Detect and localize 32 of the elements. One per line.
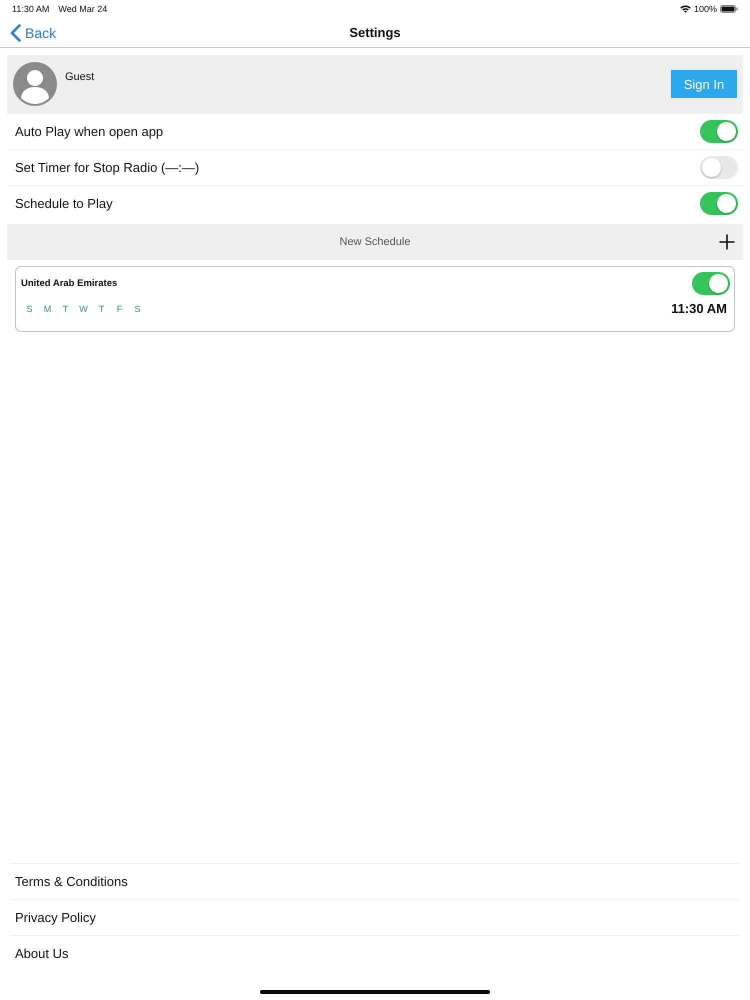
wifi-icon bbox=[680, 5, 691, 13]
weekday-toggle[interactable]: M bbox=[43, 304, 52, 314]
user-name: Guest bbox=[65, 71, 94, 83]
weekday-toggle[interactable]: T bbox=[97, 304, 106, 314]
menu-link[interactable]: Privacy Policy bbox=[10, 899, 740, 935]
menu-link[interactable]: Terms & Conditions bbox=[10, 863, 740, 899]
toggle-switch[interactable] bbox=[692, 272, 730, 295]
menu-link[interactable]: About Us bbox=[10, 935, 740, 971]
toggle-switch[interactable] bbox=[700, 192, 738, 215]
status-time: 11:30 AM bbox=[12, 4, 50, 14]
weekday-toggle[interactable]: S bbox=[25, 304, 34, 314]
weekday-toggle[interactable]: S bbox=[133, 304, 142, 314]
weekday-toggle[interactable]: F bbox=[115, 304, 124, 314]
schedule-title: United Arab Emirates bbox=[21, 278, 118, 289]
screen-title: Settings bbox=[349, 25, 401, 40]
status-date: Wed Mar 24 bbox=[58, 4, 108, 14]
toggle-switch[interactable] bbox=[700, 156, 738, 179]
toggle-switch[interactable] bbox=[700, 120, 738, 143]
avatar-icon bbox=[13, 62, 57, 106]
battery-percent: 100% bbox=[694, 4, 717, 14]
battery-icon bbox=[720, 5, 738, 13]
sign-in-button[interactable]: Sign In bbox=[671, 70, 737, 98]
weekday-toggle[interactable]: W bbox=[79, 304, 88, 314]
setting-label: Auto Play when open app bbox=[15, 124, 164, 139]
back-button[interactable]: Back bbox=[10, 24, 56, 42]
new-schedule-label: New Schedule bbox=[340, 236, 410, 248]
setting-label: Set Timer for Stop Radio (—:—) bbox=[15, 160, 200, 175]
add-icon[interactable] bbox=[719, 234, 735, 250]
weekday-toggle[interactable]: T bbox=[61, 304, 70, 314]
chevron-left-icon bbox=[10, 24, 21, 42]
setting-label: Schedule to Play bbox=[15, 196, 113, 211]
schedule-time: 11:30 AM bbox=[671, 301, 727, 316]
